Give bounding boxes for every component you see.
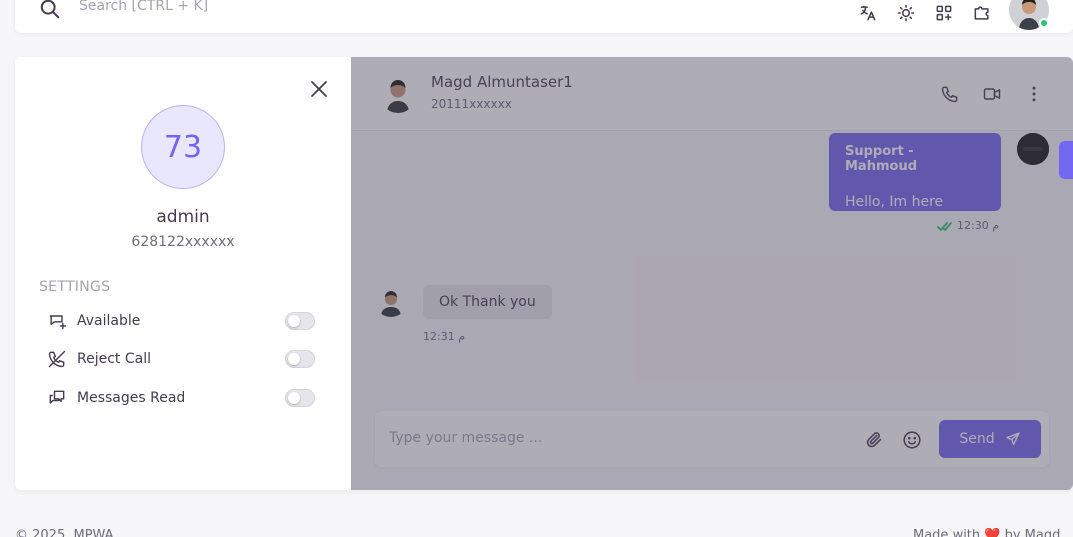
grid-add-icon[interactable] xyxy=(933,2,955,24)
search-icon[interactable] xyxy=(39,0,61,20)
profile-phone: 628122xxxxxx xyxy=(131,234,235,250)
setting-reject-call: Reject Call xyxy=(47,347,315,371)
sun-icon[interactable] xyxy=(895,2,917,24)
setting-label: Messages Read xyxy=(77,390,186,406)
footer-copyright: © 2025, MPWA xyxy=(15,528,114,537)
profile-name: admin xyxy=(156,207,210,227)
shortcut-icon[interactable] xyxy=(971,2,993,24)
settings-title: SETTINGS xyxy=(39,279,111,295)
customizer-tab[interactable] xyxy=(1059,141,1073,179)
footer-credit: Made with ❤️ by Magd xyxy=(913,528,1061,537)
setting-available: Available xyxy=(47,309,315,333)
user-avatar[interactable] xyxy=(1009,0,1049,30)
top-navbar: Search [CTRL + K] xyxy=(15,0,1073,33)
profile-sidebar: 73 admin 628122xxxxxx SETTINGS Available… xyxy=(15,57,351,490)
profile-avatar: 73 xyxy=(141,105,225,189)
message-plus-icon xyxy=(47,311,67,331)
messages-icon xyxy=(47,388,67,408)
search-input[interactable]: Search [CTRL + K] xyxy=(79,0,208,14)
messages-read-toggle[interactable] xyxy=(285,389,315,407)
sidebar-backdrop[interactable] xyxy=(351,57,1073,490)
navbar-tools xyxy=(841,0,1049,30)
setting-messages-read: Messages Read xyxy=(47,386,315,410)
reject-call-toggle[interactable] xyxy=(285,350,315,368)
setting-label: Reject Call xyxy=(77,351,151,367)
available-toggle[interactable] xyxy=(285,312,315,330)
online-status-dot xyxy=(1039,18,1049,28)
chat-card: 73 admin 628122xxxxxx SETTINGS Available… xyxy=(15,57,1073,490)
translate-icon[interactable] xyxy=(857,2,879,24)
close-icon[interactable] xyxy=(307,77,331,101)
phone-off-icon xyxy=(47,349,67,369)
setting-label: Available xyxy=(77,313,141,329)
